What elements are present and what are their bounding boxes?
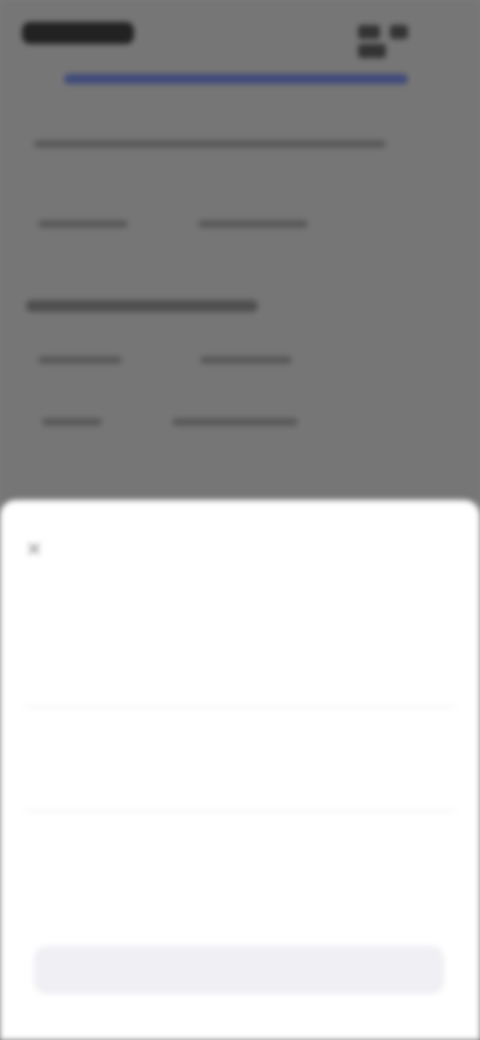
divider xyxy=(24,706,456,707)
background-text-row xyxy=(34,140,386,148)
divider xyxy=(24,810,456,811)
background-field xyxy=(172,418,298,426)
background-field xyxy=(200,356,292,364)
background-field xyxy=(38,220,128,228)
bottom-sheet: ✕ xyxy=(0,500,480,1040)
status-time xyxy=(22,22,134,44)
status-icons xyxy=(352,25,442,58)
background-field xyxy=(42,418,102,426)
close-icon[interactable]: ✕ xyxy=(22,538,46,562)
status-bar xyxy=(22,22,442,58)
wifi-icon xyxy=(390,25,409,39)
background-field xyxy=(198,220,308,228)
background-page xyxy=(0,0,480,500)
signal-icon xyxy=(358,25,380,39)
background-heading xyxy=(26,300,258,312)
background-link xyxy=(64,74,408,84)
primary-button[interactable] xyxy=(34,946,444,994)
option-2[interactable] xyxy=(24,822,456,892)
battery-icon xyxy=(358,44,386,58)
option-1[interactable] xyxy=(24,736,456,806)
background-field xyxy=(38,356,122,364)
